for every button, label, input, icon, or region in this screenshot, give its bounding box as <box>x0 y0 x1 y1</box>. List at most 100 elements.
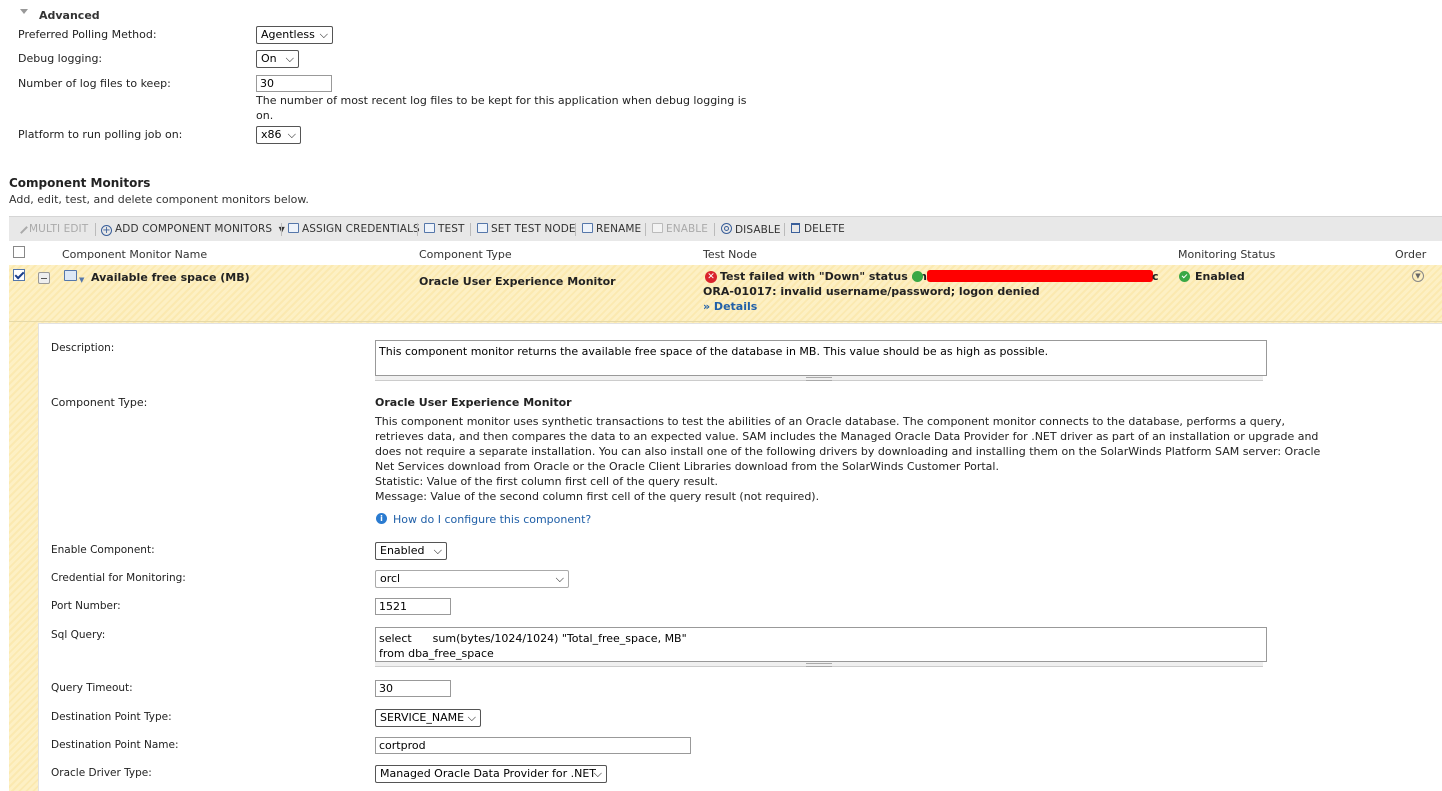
destination-name-input[interactable]: cortprod <box>375 737 691 754</box>
sql-resize-grip[interactable] <box>375 662 1263 667</box>
set-test-node-button[interactable]: SET TEST NODE <box>477 223 576 235</box>
pencil-icon <box>15 221 28 234</box>
sql-query-label: Sql Query: <box>51 629 106 641</box>
debug-logging-label: Debug logging: <box>18 52 103 65</box>
check-circle-icon <box>1179 271 1190 282</box>
debug-logging-select[interactable]: On ⌵ <box>256 50 299 68</box>
delete-button[interactable]: DELETE <box>791 223 845 235</box>
rename-icon <box>582 223 593 233</box>
chevron-down-icon: ⌵ <box>319 28 328 41</box>
trash-icon <box>791 223 800 233</box>
header-name[interactable]: Component Monitor Name <box>62 248 207 261</box>
component-type-desc-3: does not require a separate installation… <box>375 445 1321 458</box>
preferred-polling-select[interactable]: Agentless ⌵ <box>256 26 333 44</box>
log-files-label: Number of log files to keep: <box>18 77 171 90</box>
node-suffix: c <box>1152 270 1159 283</box>
component-type-desc-5: Statistic: Value of the first column fir… <box>375 475 719 488</box>
monitoring-status: Enabled <box>1195 270 1245 283</box>
sql-query-textarea[interactable]: select sum(bytes/1024/1024) "Total_free_… <box>375 627 1267 662</box>
platform-select[interactable]: x86 ⌵ <box>256 126 301 144</box>
sql-line-2: from dba_free_space <box>379 647 494 660</box>
multi-edit-button[interactable]: MULTI EDIT <box>15 221 88 235</box>
oracle-driver-select[interactable]: Managed Oracle Data Provider for .NET ⌵ <box>375 765 607 783</box>
component-type-desc-4: Net Services download from Oracle or the… <box>375 460 999 473</box>
description-resize-grip[interactable] <box>375 376 1263 381</box>
query-timeout-label: Query Timeout: <box>51 682 133 694</box>
log-files-help-2: on. <box>256 109 274 122</box>
chevron-down-icon: ⌵ <box>593 767 602 780</box>
chevron-down-icon: ⌵ <box>433 544 442 557</box>
credential-label: Credential for Monitoring: <box>51 572 186 584</box>
add-component-monitors-button[interactable]: +ADD COMPONENT MONITORS ▼ <box>101 223 285 236</box>
green-dot-icon <box>912 271 923 282</box>
destination-name-label: Destination Point Name: <box>51 739 179 751</box>
query-timeout-input[interactable]: 30 <box>375 680 451 697</box>
details-link[interactable]: » Details <box>703 300 757 313</box>
component-type-title: Oracle User Experience Monitor <box>375 396 572 409</box>
destination-type-label: Destination Point Type: <box>51 711 172 723</box>
description-textarea[interactable]: This component monitor returns the avail… <box>375 340 1267 376</box>
credentials-icon <box>288 223 299 233</box>
chevron-down-icon: ⌵ <box>555 572 564 585</box>
component-toolbar: MULTI EDIT +ADD COMPONENT MONITORS ▼ ASS… <box>9 216 1442 241</box>
delete-label: DELETE <box>804 223 845 235</box>
preferred-polling-label: Preferred Polling Method: <box>18 28 157 41</box>
enable-icon <box>652 223 663 233</box>
row-type: Oracle User Experience Monitor <box>419 275 616 288</box>
how-to-configure-link[interactable]: How do I configure this component? <box>393 513 591 526</box>
destination-type-select[interactable]: SERVICE_NAME ⌵ <box>375 709 481 727</box>
info-icon: i <box>376 513 387 524</box>
test-error-text: ORA-01017: invalid username/password; lo… <box>703 285 1040 298</box>
table-row[interactable]: ▼ Available free space (MB) Oracle User … <box>9 265 1442 322</box>
advanced-collapse-icon[interactable] <box>20 9 28 14</box>
chevron-down-icon: ⌵ <box>467 711 476 724</box>
platform-label: Platform to run polling job on: <box>18 128 183 141</box>
add-component-monitors-label: ADD COMPONENT MONITORS <box>115 223 273 235</box>
select-all-checkbox[interactable] <box>13 246 25 258</box>
chevron-down-circle-icon[interactable]: ▼ <box>1412 270 1424 282</box>
table-header-row: Component Monitor Name Component Type Te… <box>9 243 1442 265</box>
disable-button[interactable]: DISABLE <box>721 223 781 236</box>
enable-component-select[interactable]: Enabled ⌵ <box>375 542 447 560</box>
set-test-node-label: SET TEST NODE <box>491 223 576 235</box>
header-test-node[interactable]: Test Node <box>703 248 757 261</box>
error-x-icon: ✕ <box>705 271 717 283</box>
collapse-row-icon[interactable] <box>38 272 50 284</box>
disable-icon <box>721 223 732 234</box>
component-dropdown-icon[interactable]: ▼ <box>79 276 84 284</box>
debug-logging-value: On <box>261 52 277 65</box>
platform-value: x86 <box>261 128 282 141</box>
rename-button[interactable]: RENAME <box>582 223 641 235</box>
preferred-polling-value: Agentless <box>261 28 315 41</box>
rename-label: RENAME <box>596 223 642 235</box>
test-label: TEST <box>438 223 465 235</box>
component-type-desc-2: retrieves data, and then compares the da… <box>375 430 1319 443</box>
component-monitors-subtitle: Add, edit, test, and delete component mo… <box>9 193 309 206</box>
enable-label: ENABLE <box>666 223 708 235</box>
port-input[interactable]: 1521 <box>375 598 451 615</box>
port-label: Port Number: <box>51 600 121 612</box>
component-type-desc-6: Message: Value of the second column firs… <box>375 490 820 503</box>
header-order[interactable]: Order <box>1395 248 1426 261</box>
oracle-driver-value: Managed Oracle Data Provider for .NET <box>380 767 597 780</box>
header-type[interactable]: Component Type <box>419 248 512 261</box>
row-name[interactable]: Available free space (MB) <box>91 271 250 284</box>
enable-button[interactable]: ENABLE <box>652 223 708 235</box>
enable-component-label: Enable Component: <box>51 544 155 556</box>
redacted-node-name <box>927 270 1153 282</box>
destination-type-value: SERVICE_NAME <box>380 711 465 724</box>
oracle-driver-label: Oracle Driver Type: <box>51 767 152 779</box>
set-test-node-icon <box>477 223 488 233</box>
enable-component-value: Enabled <box>380 544 425 557</box>
row-checkbox[interactable] <box>13 269 25 281</box>
component-monitors-title: Component Monitors <box>9 176 151 190</box>
credential-value: orcl <box>380 572 401 585</box>
component-icon <box>64 270 77 281</box>
log-files-input[interactable]: 30 <box>256 75 332 92</box>
test-status-text: Test failed with "Down" status on <box>720 270 927 283</box>
assign-credentials-button[interactable]: ASSIGN CREDENTIALS <box>288 223 420 235</box>
credential-select[interactable]: orcl ⌵ <box>375 570 569 588</box>
header-status[interactable]: Monitoring Status <box>1178 248 1275 261</box>
test-button[interactable]: TEST <box>424 223 465 235</box>
plus-circle-icon: + <box>101 225 112 236</box>
